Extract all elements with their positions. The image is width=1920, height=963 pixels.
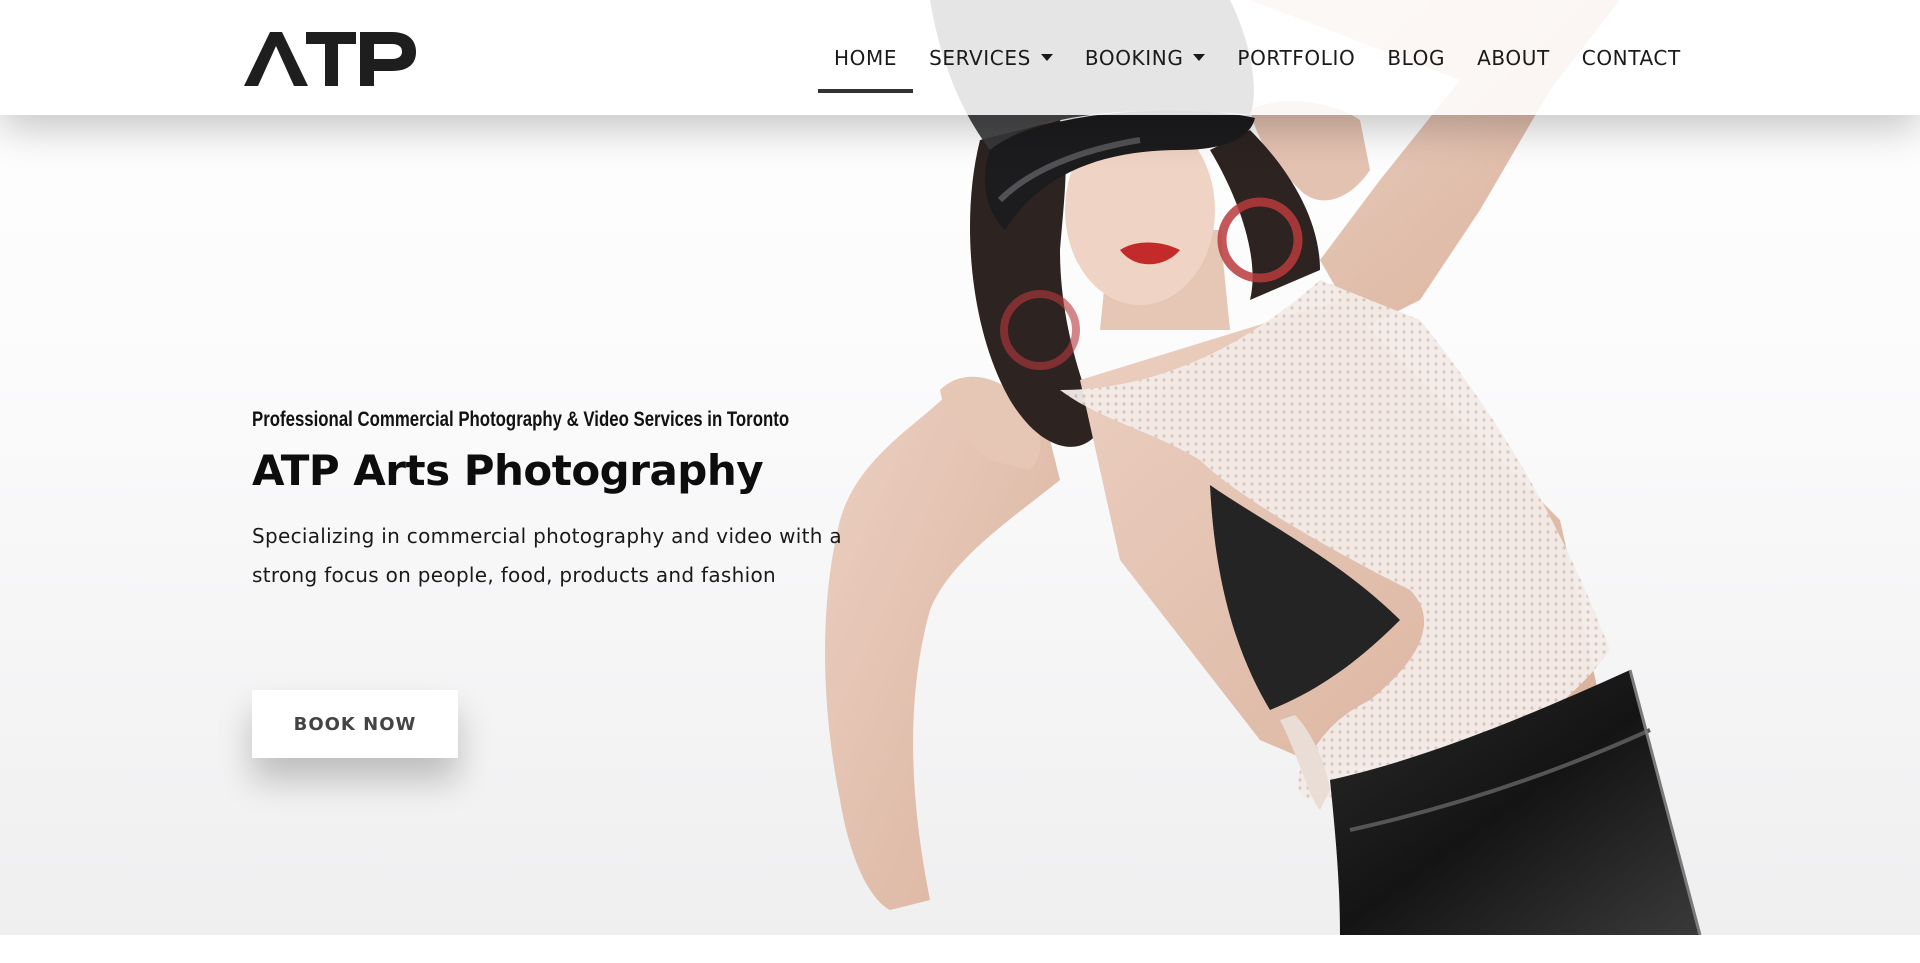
caret-down-icon	[1193, 54, 1206, 61]
hero-text: Professional Commercial Photography & Vi…	[252, 408, 852, 595]
nav-item-about[interactable]: ABOUT	[1461, 0, 1566, 115]
nav-label: ABOUT	[1477, 45, 1550, 70]
nav-item-services[interactable]: SERVICES	[913, 0, 1069, 115]
nav-item-booking[interactable]: BOOKING	[1069, 0, 1222, 115]
main-nav: HOME SERVICES BOOKING PORTFOLIO BLOG ABO…	[818, 0, 1697, 115]
nav-label: BOOKING	[1084, 45, 1184, 70]
nav-label: HOME	[834, 45, 898, 70]
atp-logo[interactable]	[242, 30, 418, 88]
nav-label: CONTACT	[1581, 45, 1681, 70]
hero-tagline: Professional Commercial Photography & Vi…	[252, 408, 790, 431]
site-header: HOME SERVICES BOOKING PORTFOLIO BLOG ABO…	[0, 0, 1920, 115]
hero-description: Specializing in commercial photography a…	[252, 524, 842, 587]
atp-logo-mark	[244, 32, 416, 86]
nav-label: PORTFOLIO	[1237, 45, 1356, 70]
nav-label: BLOG	[1387, 45, 1446, 70]
nav-item-blog[interactable]: BLOG	[1371, 0, 1461, 115]
nav-item-contact[interactable]: CONTACT	[1566, 0, 1697, 115]
book-now-button[interactable]: BOOK NOW	[252, 690, 458, 758]
nav-item-portfolio[interactable]: PORTFOLIO	[1221, 0, 1371, 115]
nav-item-home[interactable]: HOME	[818, 0, 914, 115]
hero-section: Professional Commercial Photography & Vi…	[0, 0, 1920, 935]
caret-down-icon	[1040, 54, 1053, 61]
page-body-strip	[0, 935, 1920, 963]
hero-title: ATP Arts Photography	[252, 446, 764, 495]
nav-label: SERVICES	[929, 45, 1031, 70]
